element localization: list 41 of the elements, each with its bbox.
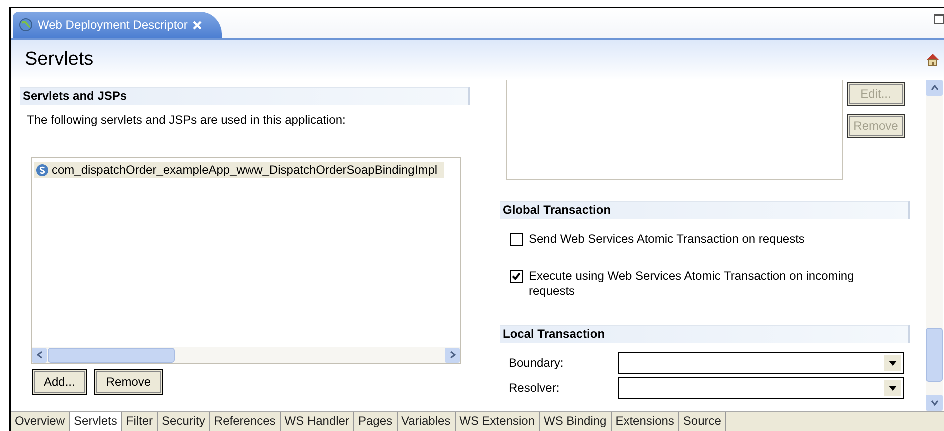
close-icon[interactable] <box>192 20 202 30</box>
checkbox-label: Send Web Services Atomic Transaction on requests <box>529 232 806 247</box>
page-tab[interactable]: Extensions <box>612 412 680 431</box>
dropdown-field[interactable] <box>618 377 904 399</box>
page-tab[interactable]: Servlets <box>70 412 122 431</box>
page-tab[interactable]: WS Binding <box>540 412 612 431</box>
scroll-right-icon[interactable] <box>445 348 460 362</box>
checkbox-label: Execute using Web Services Atomic Transaction on incoming requests <box>529 269 856 299</box>
list-action-button[interactable]: Add... <box>32 369 88 395</box>
section-header: Local Transaction <box>500 325 910 343</box>
editor-tab-title: Web Deployment Descriptor <box>38 18 188 32</box>
page-tab[interactable]: References <box>210 412 281 431</box>
vertical-scrollbar[interactable] <box>926 80 943 411</box>
scrollbar-thumb[interactable] <box>48 348 175 362</box>
horizontal-scrollbar[interactable] <box>32 347 460 363</box>
section-header: Servlets and JSPs <box>20 87 470 105</box>
page-tab[interactable]: WS Handler <box>280 412 354 431</box>
servlet-icon <box>36 164 49 176</box>
page-tab[interactable]: Source <box>679 412 726 431</box>
scrollbar-thumb[interactable] <box>926 328 943 382</box>
page-tab[interactable]: Security <box>158 412 210 431</box>
scroll-down-icon[interactable] <box>926 395 943 411</box>
page-tab[interactable]: Pages <box>354 412 398 431</box>
page-tab[interactable]: WS Extension <box>456 412 540 431</box>
list-action-button[interactable]: Remove <box>94 369 164 395</box>
page-tab[interactable]: Filter <box>122 412 158 431</box>
page-tab[interactable]: Variables <box>398 412 456 431</box>
page-title: Servlets <box>25 49 94 71</box>
field-label: Boundary: <box>509 356 565 370</box>
dropdown-field[interactable] <box>618 352 904 374</box>
globe-icon <box>19 18 33 32</box>
maximize-icon[interactable] <box>934 14 944 24</box>
servlet-list-item[interactable]: com_dispatchOrder_exampleApp_www_DispatchOrderSoapBindingImpl <box>34 162 444 178</box>
scroll-left-icon[interactable] <box>32 348 47 362</box>
section-description: The following servlets and JSPs are used in this application: <box>27 113 347 127</box>
home-icon[interactable] <box>926 53 940 67</box>
field-label: Resolver: <box>509 381 561 395</box>
checkbox[interactable] <box>510 270 523 283</box>
scroll-up-icon[interactable] <box>926 80 943 96</box>
section-header: Global Transaction <box>500 201 910 219</box>
checkbox[interactable] <box>510 233 523 246</box>
